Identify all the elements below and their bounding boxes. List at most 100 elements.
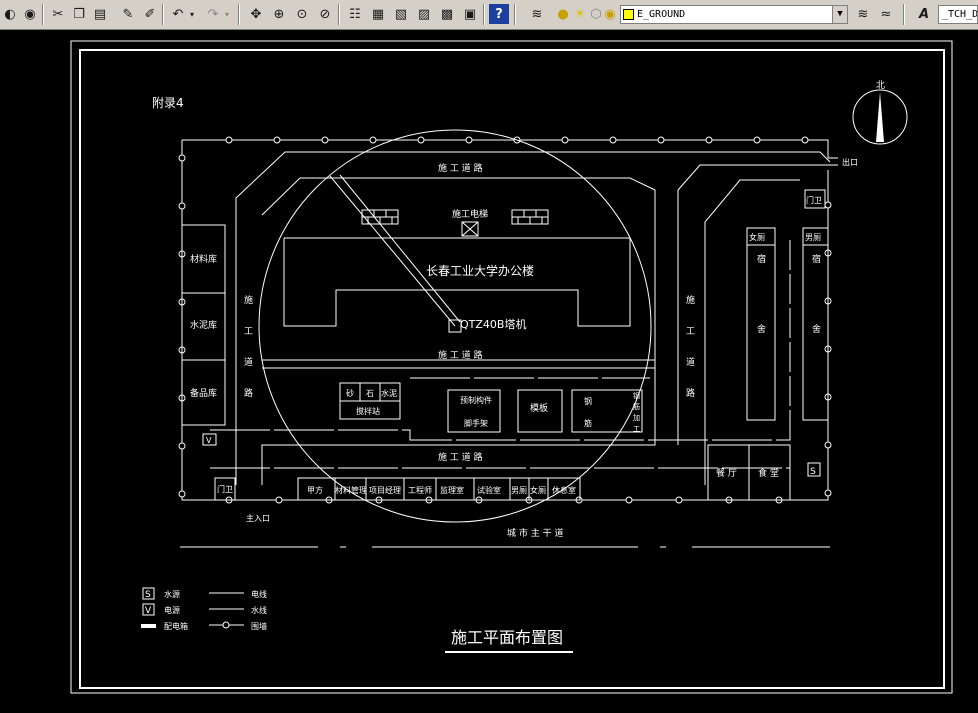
scaffold-label: 脚手架 (464, 418, 488, 428)
road-label-left: 施 工 道 路 (244, 294, 253, 399)
pan-icon[interactable]: ✥ (246, 4, 266, 24)
mixing-station-label: 搅拌站 (356, 406, 380, 416)
web-icon[interactable]: ◉ (20, 4, 40, 24)
office-building-label: 长春工业大学办公楼 (426, 263, 534, 278)
svg-text:S: S (145, 590, 151, 600)
wall-post (465, 136, 473, 144)
help-icon[interactable]: ? (489, 4, 509, 24)
cement-label: 水泥 (381, 388, 397, 398)
wall-post (675, 496, 683, 504)
legend-power-line: 电线 (251, 589, 267, 599)
legend-water-line: 水线 (251, 605, 267, 615)
cement-warehouse-label: 水泥库 (190, 319, 217, 331)
legend-wall: 围墙 (251, 621, 267, 631)
wall-post (275, 496, 283, 504)
toolbar-separator (483, 4, 485, 25)
redo-icon[interactable]: ↷ (203, 4, 223, 24)
zoom-window-icon[interactable]: ⊙ (292, 4, 312, 24)
svg-text:道: 道 (686, 356, 695, 368)
layer-name: E_GROUND (637, 9, 686, 20)
womens-toilet-label: 女厕 (749, 232, 765, 242)
dormitory-b-label-1: 宿 (812, 253, 821, 265)
room-client: 甲方 (307, 485, 323, 495)
globe-icon[interactable]: ◐ (0, 4, 20, 24)
zoom-previous-icon[interactable]: ⊘ (315, 4, 335, 24)
toolbar-separator (903, 4, 905, 25)
design-center-icon[interactable]: ▦ (368, 4, 388, 24)
block-editor-icon[interactable]: ✐ (140, 4, 160, 24)
wall-post (273, 136, 281, 144)
svg-text:工: 工 (244, 327, 253, 337)
text-style-icon[interactable]: A (914, 4, 934, 24)
wall-post (321, 136, 329, 144)
svg-text:道: 道 (244, 356, 253, 368)
redo-dropdown-icon[interactable]: ▾ (221, 4, 233, 24)
text-style-dropdown[interactable]: _TCH_D (938, 5, 978, 24)
dining-label-2: 食 堂 (758, 467, 779, 479)
properties-icon[interactable]: ☷ (345, 4, 365, 24)
wall-post (705, 136, 713, 144)
undo-dropdown-icon[interactable]: ▾ (186, 4, 198, 24)
road-label-middle: 施 工 道 路 (438, 349, 483, 361)
exit-label: 出口 (842, 157, 858, 167)
paste-icon[interactable]: ▤ (90, 4, 110, 24)
layer-previous-icon[interactable]: ≈ (876, 4, 896, 24)
zoom-realtime-icon[interactable]: ⊕ (269, 4, 289, 24)
room-supervision: 监理室 (440, 485, 464, 495)
inner-frame (79, 49, 945, 689)
layer-manager-icon[interactable]: ≋ (527, 4, 547, 24)
cut-icon[interactable]: ✂ (48, 4, 68, 24)
layer-color-swatch (623, 9, 634, 20)
appendix-label: 附录4 (152, 96, 184, 110)
layer-dropdown[interactable]: E_GROUND ▼ (620, 5, 848, 24)
toolbar-separator (338, 4, 340, 25)
tower-crane-label: QTZ40B塔机 (460, 317, 526, 331)
drawing-canvas[interactable]: 附录4 北 出口 施 工 道 路 施 工 道 路 施 工 道 路 施 工 道 路… (0, 30, 978, 713)
dining-label-1: 餐 厅 (716, 467, 737, 479)
svg-text:工: 工 (633, 425, 640, 433)
steel-label-1: 钢 (584, 396, 592, 406)
hoist-label: 施工电梯 (452, 208, 488, 220)
svg-text:V: V (145, 606, 152, 616)
sand-label: 砂 (346, 388, 354, 398)
copy-icon[interactable]: ❐ (69, 4, 89, 24)
power-source-letter: V (206, 436, 212, 445)
gate-guard-right-label: 门卫 (806, 195, 822, 205)
wall-post (417, 136, 425, 144)
wall-post (178, 490, 186, 498)
sheet-set-icon[interactable]: ▨ (414, 4, 434, 24)
wall-post (369, 136, 377, 144)
mens-toilet-label: 男厕 (805, 233, 821, 242)
markup-icon[interactable]: ▩ (437, 4, 457, 24)
wall-post (657, 136, 665, 144)
room-rest: 休息室 (552, 485, 576, 495)
calculator-icon[interactable]: ▣ (460, 4, 480, 24)
road-label-top: 施 工 道 路 (438, 162, 483, 174)
brick-stack-icon (511, 209, 549, 225)
drawing-title: 施工平面布置图 (451, 628, 563, 647)
wall-post (824, 489, 832, 497)
dormitory-b-label-2: 舍 (812, 323, 821, 335)
room-womens-toilet: 女厕 (530, 485, 546, 495)
undo-icon[interactable]: ↶ (168, 4, 188, 24)
svg-text:筋: 筋 (633, 402, 640, 411)
layer-plot-icon[interactable]: ◉ (600, 4, 620, 24)
svg-text:工: 工 (686, 327, 695, 337)
road-label-right: 施 工 道 路 (686, 294, 695, 399)
north-label: 北 (876, 80, 885, 91)
chevron-down-icon[interactable]: ▼ (832, 6, 847, 23)
prefab-label: 预制构件 (460, 395, 492, 405)
steel-label-2: 筋 (584, 418, 592, 428)
svg-text:钢: 钢 (633, 391, 640, 400)
wall-post (753, 136, 761, 144)
wall-post (824, 441, 832, 449)
wall-post (609, 136, 617, 144)
construction-road (235, 151, 838, 485)
office-building-outline (283, 237, 631, 327)
tool-palettes-icon[interactable]: ▧ (391, 4, 411, 24)
wall-post (824, 201, 832, 209)
make-object-layer-current-icon[interactable]: ≋ (853, 4, 873, 24)
legend-power-source: 电源 (164, 605, 180, 615)
match-properties-icon[interactable]: ✎ (118, 4, 138, 24)
toolbar-separator (514, 4, 516, 25)
